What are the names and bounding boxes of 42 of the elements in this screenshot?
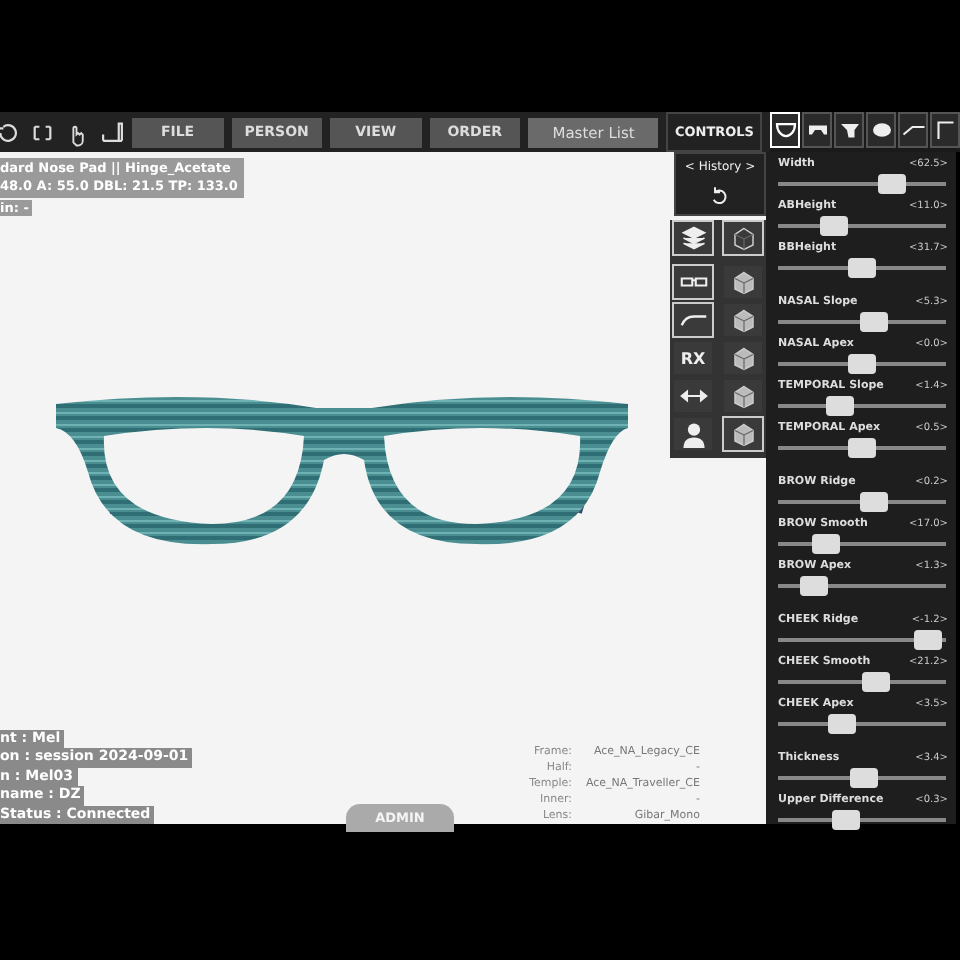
person-icon bbox=[679, 420, 707, 448]
slider-thumb[interactable] bbox=[878, 174, 907, 194]
slider-thumb[interactable] bbox=[859, 312, 888, 332]
corner-shape-icon bbox=[933, 118, 957, 142]
cube-tool-button[interactable] bbox=[722, 378, 764, 414]
cube-tool-button[interactable] bbox=[722, 340, 764, 376]
cube-tool-button[interactable] bbox=[722, 302, 764, 338]
cube-icon bbox=[731, 345, 755, 371]
corner-tab[interactable] bbox=[930, 112, 960, 148]
temple-tab[interactable] bbox=[898, 112, 928, 148]
layers-icon bbox=[679, 224, 707, 252]
slider-thumb[interactable] bbox=[862, 672, 890, 692]
cube-icon bbox=[731, 421, 755, 447]
slider-thumb[interactable] bbox=[859, 492, 888, 512]
cube-icon bbox=[731, 307, 755, 333]
slider-thumb[interactable] bbox=[799, 576, 827, 596]
lens-tab[interactable] bbox=[866, 112, 896, 148]
slider-thumb[interactable] bbox=[811, 534, 840, 554]
slider-thumb[interactable] bbox=[848, 354, 876, 374]
nose-shape-icon bbox=[837, 118, 861, 142]
frame-shape-icon bbox=[773, 118, 797, 142]
nose-tab[interactable] bbox=[834, 112, 864, 148]
tool-button[interactable] bbox=[672, 416, 714, 452]
slider-thumb[interactable] bbox=[848, 258, 876, 278]
rx-button[interactable]: RX bbox=[672, 340, 714, 376]
bridge-tab[interactable] bbox=[802, 112, 832, 148]
tool-button[interactable] bbox=[672, 378, 714, 414]
slider-thumb[interactable] bbox=[913, 630, 942, 650]
slider-thumb[interactable] bbox=[820, 216, 848, 236]
cube-icon bbox=[731, 225, 755, 251]
undo-icon[interactable] bbox=[710, 186, 730, 206]
ruler-icon[interactable] bbox=[99, 117, 124, 147]
slider-thumb[interactable] bbox=[828, 714, 857, 734]
cube-icon bbox=[731, 269, 755, 295]
cube-tool-button[interactable] bbox=[722, 264, 764, 300]
slider-thumb[interactable] bbox=[825, 396, 854, 416]
frame-tab[interactable] bbox=[770, 112, 800, 148]
cube-icon bbox=[731, 383, 755, 409]
lens-shape-icon bbox=[869, 118, 893, 142]
slider-thumb[interactable] bbox=[848, 438, 876, 458]
slider-thumb[interactable] bbox=[831, 810, 860, 830]
slider-thumb[interactable] bbox=[850, 768, 879, 788]
